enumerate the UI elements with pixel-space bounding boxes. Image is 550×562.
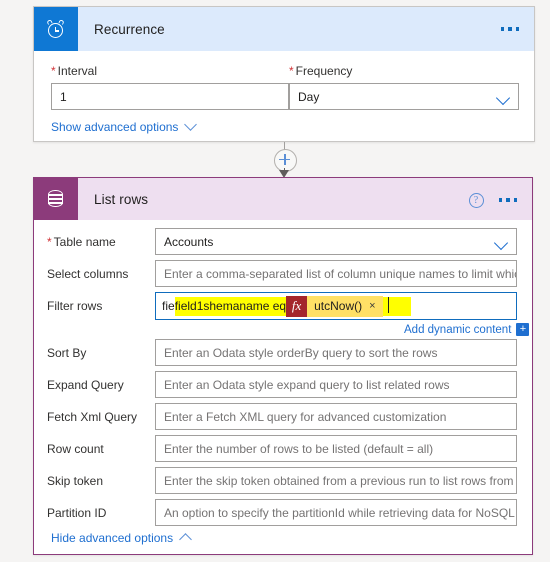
required-indicator: * [47, 234, 52, 249]
partition-id-input[interactable]: An option to specify the partitionId whi… [155, 499, 517, 526]
select-columns-input[interactable]: Enter a comma-separated list of column u… [155, 260, 517, 287]
skip-token-input[interactable]: Enter the skip token obtained from a pre… [155, 467, 517, 494]
row-count-placeholder: Enter the number of rows to be listed (d… [164, 441, 434, 456]
table-name-label: * Table name [47, 234, 116, 249]
filter-expression-text: fiefield1shemaname eq [162, 296, 287, 316]
frequency-value: Day [298, 89, 320, 104]
flow-connector [266, 142, 304, 180]
help-icon[interactable]: ? [468, 192, 484, 208]
frequency-dropdown[interactable]: Day [289, 83, 519, 110]
expand-query-row: Expand Query Enter an Odata style expand… [47, 371, 519, 398]
expand-query-placeholder: Enter an Odata style expand query to lis… [164, 377, 450, 392]
interval-field-group: * Interval 1 [51, 64, 289, 110]
interval-input[interactable]: 1 [51, 83, 289, 110]
alarm-clock-icon [34, 7, 78, 51]
dot-icon [515, 27, 519, 31]
partition-id-row: Partition ID An option to specify the pa… [47, 499, 519, 526]
dot-icon [500, 27, 504, 31]
hide-advanced-options-label: Hide advanced options [51, 531, 174, 545]
list-rows-more-menu-button[interactable] [494, 194, 523, 206]
show-advanced-options-link[interactable]: Show advanced options [51, 117, 198, 134]
plus-icon: + [516, 323, 530, 336]
fetch-xml-query-row: Fetch Xml Query Enter a Fetch XML query … [47, 403, 519, 430]
recurrence-more-menu-button[interactable] [496, 23, 525, 35]
text-caret [387, 296, 389, 313]
skip-token-row: Skip token Enter the skip token obtained… [47, 467, 519, 494]
sort-by-label: Sort By [47, 345, 87, 360]
skip-token-label: Skip token [47, 473, 104, 488]
expand-query-label: Expand Query [47, 377, 124, 392]
show-advanced-options-label: Show advanced options [51, 120, 179, 134]
row-count-input[interactable]: Enter the number of rows to be listed (d… [155, 435, 517, 462]
dot-icon [508, 27, 512, 31]
fetch-xml-query-label: Fetch Xml Query [47, 409, 138, 424]
table-name-row: * Table name Accounts [47, 228, 519, 255]
frequency-field-group: * Frequency Day [289, 64, 519, 110]
sort-by-input[interactable]: Enter an Odata style orderBy query to so… [155, 339, 517, 366]
fx-icon[interactable]: fx [286, 295, 308, 317]
filter-rows-input[interactable]: fiefield1shemaname eq fx utcNow() × [155, 292, 517, 320]
close-icon[interactable]: × [369, 300, 375, 312]
list-rows-action-card: List rows ? * Table name Accounts Select … [33, 177, 533, 555]
expand-query-input[interactable]: Enter an Odata style expand query to lis… [155, 371, 517, 398]
filter-rows-label: Filter rows [47, 299, 103, 313]
table-name-dropdown[interactable]: Accounts [155, 228, 517, 255]
chevron-up-icon [179, 532, 192, 546]
required-indicator: * [51, 64, 56, 78]
interval-value: 1 [60, 89, 67, 104]
frequency-label: * Frequency [289, 64, 353, 78]
select-columns-placeholder: Enter a comma-separated list of column u… [164, 266, 516, 281]
insert-new-step-button[interactable] [274, 149, 297, 172]
list-rows-title: List rows [94, 191, 149, 207]
interval-label: * Interval [51, 64, 98, 78]
filter-rows-row: Filter rows fiefield1shemaname eq fx utc… [47, 292, 519, 320]
required-indicator: * [289, 64, 294, 78]
add-dynamic-content-link[interactable]: Add dynamic content + [404, 323, 530, 336]
expression-token-utcnow[interactable]: utcNow() × [307, 295, 383, 317]
dot-icon [513, 198, 517, 202]
row-count-row: Row count Enter the number of rows to be… [47, 435, 519, 462]
table-name-value: Accounts [164, 234, 214, 249]
sort-by-placeholder: Enter an Odata style orderBy query to so… [164, 345, 438, 360]
chevron-down-icon [495, 90, 511, 106]
list-rows-card-header[interactable]: List rows ? [34, 178, 532, 220]
dot-icon [498, 198, 502, 202]
expression-token-label: utcNow() [314, 299, 363, 313]
chevron-down-icon [184, 117, 198, 131]
skip-token-placeholder: Enter the skip token obtained from a pre… [164, 473, 516, 488]
select-columns-row: Select columns Enter a comma-separated l… [47, 260, 519, 287]
dot-icon [506, 198, 510, 202]
fetch-xml-query-input[interactable]: Enter a Fetch XML query for advanced cus… [155, 403, 517, 430]
fetch-xml-query-placeholder: Enter a Fetch XML query for advanced cus… [164, 409, 447, 424]
partition-id-placeholder: An option to specify the partitionId whi… [164, 505, 517, 520]
partition-id-label: Partition ID [47, 505, 107, 520]
highlight-trailing [382, 296, 411, 316]
chevron-down-icon [493, 235, 509, 251]
recurrence-card-header[interactable]: Recurrence [34, 7, 534, 51]
add-dynamic-content-label: Add dynamic content [404, 323, 512, 336]
select-columns-label: Select columns [47, 266, 129, 281]
hide-advanced-options-link[interactable]: Hide advanced options [51, 531, 192, 546]
filter-text-highlighted: field1shemaname eq [174, 296, 287, 316]
recurrence-action-card: Recurrence * Interval 1 * Frequency Day Sh… [33, 6, 535, 142]
sort-by-row: Sort By Enter an Odata style orderBy que… [47, 339, 519, 366]
row-count-label: Row count [47, 441, 104, 456]
recurrence-title: Recurrence [94, 21, 165, 37]
database-icon [34, 178, 78, 220]
